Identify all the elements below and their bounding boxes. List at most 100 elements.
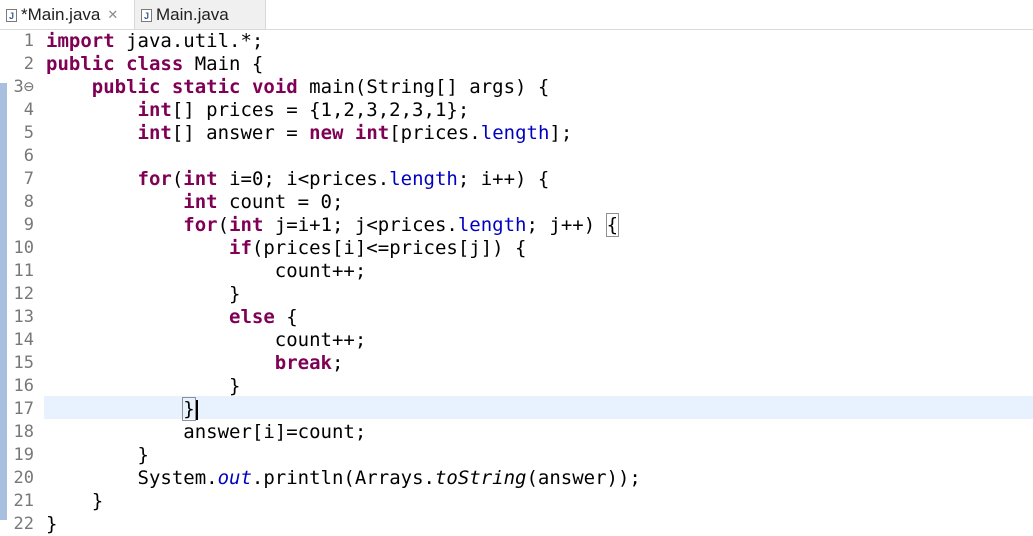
editor-tab-bar: J *Main.java ✕ J Main.java [0,0,1033,30]
code-text: java.util.*; [114,30,264,52]
code-line[interactable]: 22 } [0,513,1033,536]
keyword: void [251,76,298,98]
code-text: main(String[] args) { [297,76,550,98]
code-line[interactable]: 14 count++; [0,329,1033,352]
code-text: System. [137,467,218,489]
code-line[interactable]: 1 import java.util.*; [0,30,1033,53]
close-tab-icon[interactable]: ✕ [107,7,118,23]
code-line[interactable]: 21 } [0,490,1033,513]
code-line[interactable]: 15 break; [0,352,1033,375]
keyword: for [137,168,172,190]
line-number: 2 [23,54,34,74]
line-number: 12 [13,284,34,304]
tab-main-java[interactable]: J Main.java [135,0,266,30]
code-text: count++; [274,260,367,282]
code-line[interactable]: 20 System.out.println(Arrays.toString(an… [0,467,1033,490]
code-line[interactable]: 3⊖ public static void main(String[] args… [0,76,1033,99]
line-number: 4 [23,100,34,120]
field: length [480,122,550,144]
code-text: { [274,306,298,328]
keyword: if [229,237,252,259]
code-text: } [229,283,241,305]
code-text: Main { [183,53,264,75]
java-file-icon: J [6,8,17,22]
code-text: } [46,513,58,535]
code-text: i=0; i<prices. [217,168,390,190]
line-number: 16 [13,376,34,396]
code-line[interactable]: 9 for(int j=i+1; j<prices.length; j++) { [0,213,1033,237]
code-text: (answer)); [526,467,641,489]
keyword: new [309,122,344,144]
line-number: 18 [13,422,34,442]
code-line[interactable]: 16 } [0,375,1033,398]
code-line[interactable]: 19 } [0,444,1033,467]
keyword: int [229,214,264,236]
text-caret [195,399,198,420]
line-number: 13 [13,307,34,327]
field: length [389,168,458,190]
tab-main-java-modified[interactable]: J *Main.java ✕ [0,0,135,30]
line-number: 22 [13,514,34,534]
code-line[interactable]: 8 int count = 0; [0,191,1033,214]
keyword: int [183,168,218,190]
tab-label: Main.java [156,5,229,24]
code-text: j=i+1; j<prices. [263,214,458,236]
code-text: count = 0; [217,191,344,213]
line-number: 15 [13,353,34,373]
code-text: [] answer = [171,122,310,144]
code-line[interactable]: 4 int[] prices = {1,2,3,2,3,1}; [0,99,1033,122]
code-line[interactable]: 6 [0,145,1033,168]
code-editor[interactable]: 1 import java.util.*; 2 public class Mai… [0,30,1033,536]
keyword: public [91,76,161,98]
code-line[interactable]: 13 else { [0,306,1033,329]
code-line[interactable]: 12 } [0,283,1033,306]
line-number: 1 [23,31,34,51]
code-text: [prices. [389,122,481,144]
code-text: ]; [549,122,573,144]
line-number: 21 [13,491,34,511]
line-number: 14 [13,330,34,350]
keyword: int [137,99,172,121]
matching-bracket: } [182,397,196,421]
code-text: ( [217,214,230,236]
code-text: } [229,375,241,397]
code-line[interactable]: 5 int[] answer = new int[prices.length]; [0,122,1033,145]
keyword: static [171,76,241,98]
code-line[interactable]: 10 if(prices[i]<=prices[j]) { [0,237,1033,260]
matching-bracket: { [605,213,620,237]
line-number: 17 [13,399,34,419]
code-text: ( [171,168,184,190]
keyword: int [183,191,218,213]
static-field: out [217,467,252,489]
code-text: answer[i]=count; [183,421,367,443]
line-number: 11 [13,261,34,281]
line-number-fold[interactable]: 3⊖ [0,76,34,99]
line-number: 6 [23,146,34,166]
code-line[interactable]: 11 count++; [0,260,1033,283]
field: length [457,214,527,236]
line-number: 7 [23,169,34,189]
keyword: public [46,53,115,75]
code-line-current[interactable]: 17 } [0,397,1033,421]
code-line[interactable]: 7 for(int i=0; i<prices.length; i++) { [0,168,1033,191]
code-line[interactable]: 2 public class Main { [0,53,1033,76]
code-text: } [137,444,149,466]
code-line[interactable]: 18 answer[i]=count; [0,421,1033,444]
code-text: } [91,490,104,512]
code-text: ; [331,352,344,374]
keyword: break [274,352,332,374]
line-number: 20 [13,468,34,488]
keyword: import [46,30,115,52]
line-number: 19 [13,445,34,465]
code-text: (prices[i]<=prices[j]) { [251,237,527,259]
java-file-icon: J [141,8,152,22]
code-text: count++; [274,329,367,351]
line-number: 8 [23,192,34,212]
keyword: int [137,122,172,144]
line-number: 10 [13,238,34,258]
keyword: int [354,122,390,144]
code-text: [] prices = {1,2,3,2,3,1}; [171,99,470,121]
code-text: .println(Arrays. [251,467,435,489]
code-text: ; j++) [526,214,607,236]
code-text: ; i++) { [457,168,550,190]
